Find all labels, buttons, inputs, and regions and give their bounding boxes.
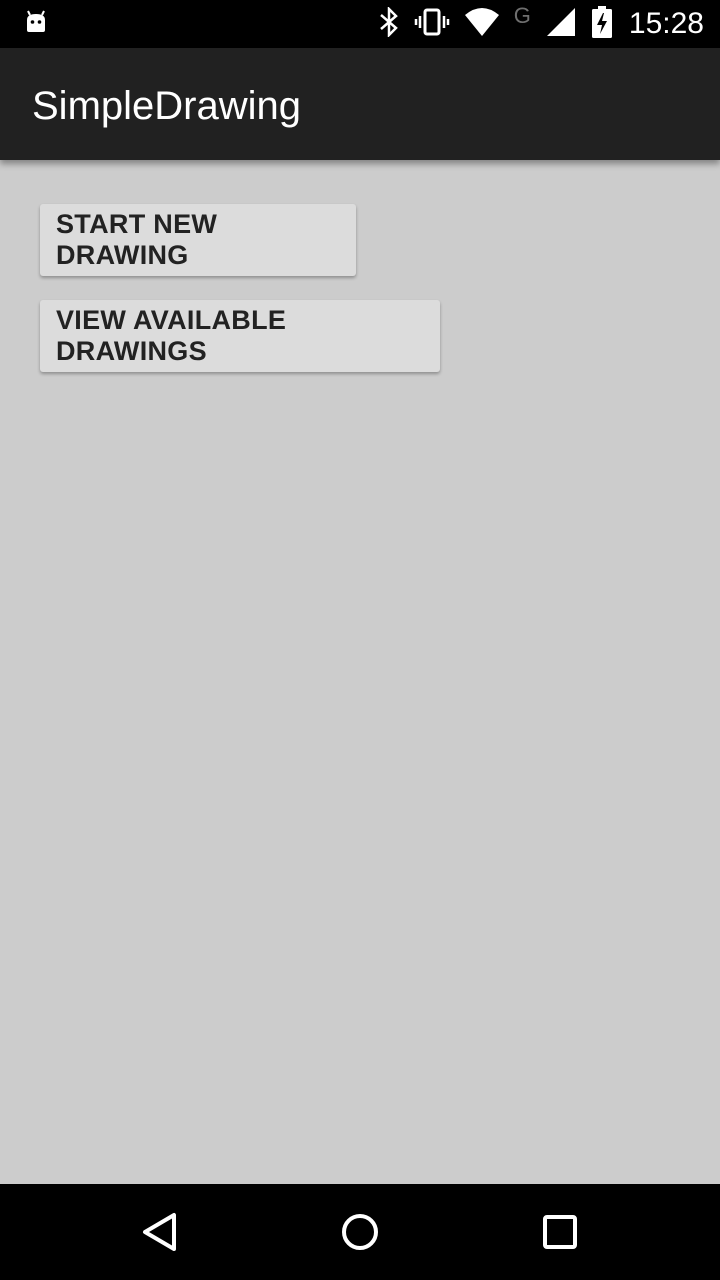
bluetooth-icon bbox=[378, 5, 400, 42]
wifi-icon bbox=[464, 7, 500, 42]
clock: 15:28 bbox=[628, 7, 704, 40]
back-icon[interactable] bbox=[136, 1208, 184, 1256]
app-bar: SimpleDrawing bbox=[0, 48, 720, 160]
battery-charging-icon bbox=[591, 5, 613, 43]
start-new-drawing-button[interactable]: START NEW DRAWING bbox=[40, 204, 356, 276]
vibrate-icon bbox=[414, 7, 450, 42]
home-icon[interactable] bbox=[336, 1208, 384, 1256]
status-icons: G 15:28 bbox=[378, 0, 704, 48]
recent-apps-icon[interactable] bbox=[536, 1208, 584, 1256]
view-available-drawings-button[interactable]: VIEW AVAILABLE DRAWINGS bbox=[40, 300, 440, 372]
network-type: G bbox=[513, 3, 531, 28]
signal-icon bbox=[545, 6, 577, 43]
main-content: START NEW DRAWING VIEW AVAILABLE DRAWING… bbox=[0, 160, 720, 1184]
app-title: SimpleDrawing bbox=[32, 84, 301, 128]
android-icon bbox=[24, 10, 48, 39]
status-bar: G 15:28 bbox=[0, 0, 720, 48]
navigation-bar bbox=[0, 1184, 720, 1280]
